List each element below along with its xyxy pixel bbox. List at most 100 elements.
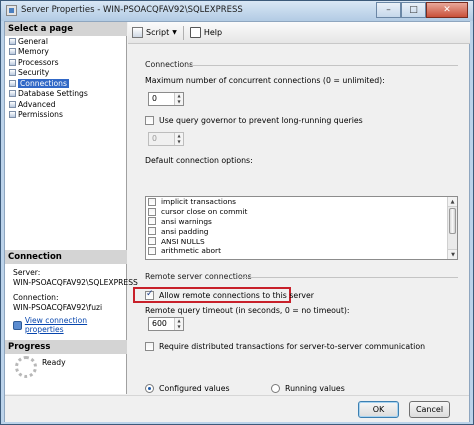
- option-label: ansi padding: [161, 226, 209, 236]
- connection-value: WIN-PSOACQFAV92\fuzi: [13, 303, 103, 312]
- page-item-advanced[interactable]: Advanced: [9, 99, 88, 110]
- running-values-option[interactable]: Running values: [271, 384, 345, 393]
- remote-timeout-stepper[interactable]: 600 ▲ ▼: [148, 317, 184, 331]
- option-checkbox[interactable]: [148, 217, 156, 226]
- option-checkbox[interactable]: [148, 237, 156, 246]
- page-item-security[interactable]: Security: [9, 68, 88, 79]
- page-item-permissions[interactable]: Permissions: [9, 110, 88, 121]
- remote-section-title: Remote server connections: [145, 272, 252, 281]
- query-governor-checkbox[interactable]: [145, 116, 154, 125]
- default-options-rows: implicit transactions cursor close on co…: [146, 197, 448, 256]
- page-item-database-settings[interactable]: Database Settings: [9, 89, 88, 100]
- title-bar[interactable]: Server Properties - WIN-PSOACQFAV92\SQLE…: [1, 1, 473, 21]
- select-page-header: Select a page: [5, 22, 127, 36]
- distributed-transactions-checkbox[interactable]: [145, 342, 154, 351]
- dialog-client-area: Select a page General Memory Processors …: [4, 21, 470, 422]
- progress-status: Ready: [42, 358, 66, 367]
- page-icon: [9, 100, 16, 108]
- dialog-footer: OK Cancel: [5, 395, 469, 422]
- script-button[interactable]: Script ▼: [132, 27, 177, 38]
- server-properties-window: Server Properties - WIN-PSOACQFAV92\SQLE…: [0, 0, 474, 425]
- connections-divider: [187, 65, 458, 66]
- query-governor-label: Use query governor to prevent long-runni…: [159, 116, 363, 125]
- distributed-transactions-row[interactable]: Require distributed transactions for ser…: [145, 342, 425, 351]
- window-title: Server Properties - WIN-PSOACQFAV92\SQLE…: [21, 5, 243, 15]
- max-connections-label: Maximum number of concurrent connections…: [145, 76, 385, 85]
- scroll-down-icon[interactable]: ▼: [448, 249, 457, 259]
- server-value: WIN-PSOACQFAV92\SQLEXPRESS: [13, 278, 138, 287]
- stepper-arrows: ▲ ▼: [174, 133, 183, 145]
- script-icon: [132, 27, 143, 38]
- remote-divider: [239, 277, 458, 278]
- progress-header: Progress: [5, 340, 127, 354]
- properties-icon: [13, 320, 22, 330]
- minimize-button[interactable]: –: [376, 2, 401, 18]
- page-item-general[interactable]: General: [9, 36, 88, 47]
- list-item[interactable]: ansi padding: [146, 226, 448, 236]
- view-connection-properties-link[interactable]: View connection properties: [25, 316, 126, 334]
- configured-values-option[interactable]: Configured values: [145, 384, 230, 393]
- option-label: implicit transactions: [161, 197, 237, 207]
- list-item[interactable]: cursor close on commit: [146, 207, 448, 217]
- allow-remote-row[interactable]: Allow remote connections to this server: [145, 289, 315, 300]
- page-item-connections[interactable]: Connections: [9, 78, 88, 89]
- listbox-scrollbar[interactable]: ▲ ▼: [447, 197, 457, 259]
- distributed-transactions-label: Require distributed transactions for ser…: [159, 342, 426, 351]
- query-governor-row[interactable]: Use query governor to prevent long-runni…: [145, 116, 363, 125]
- page-icon: [9, 111, 16, 119]
- connection-header: Connection: [5, 250, 127, 264]
- page-icon: [9, 48, 16, 56]
- configured-values-label: Configured values: [159, 384, 230, 393]
- option-checkbox[interactable]: [148, 207, 156, 216]
- maximize-button[interactable]: □: [401, 2, 426, 18]
- allow-remote-label: Allow remote connections to this server: [159, 291, 315, 300]
- list-item[interactable]: ANSI NULLS: [146, 236, 448, 246]
- progress-spinner-icon: [15, 356, 37, 378]
- query-governor-value: 0: [152, 134, 157, 143]
- ok-button[interactable]: OK: [358, 401, 399, 418]
- configured-values-radio[interactable]: [145, 384, 154, 393]
- close-button[interactable]: ✕: [426, 2, 468, 18]
- option-label: ansi warnings: [161, 216, 212, 226]
- connection-label: Connection:: [13, 293, 59, 302]
- stepper-arrows[interactable]: ▲ ▼: [174, 93, 183, 105]
- chevron-down-icon[interactable]: ▼: [172, 29, 177, 36]
- running-values-radio[interactable]: [271, 384, 280, 393]
- list-item[interactable]: arithmetic abort: [146, 246, 448, 256]
- toolbar-separator: [182, 25, 184, 40]
- list-item[interactable]: ansi warnings: [146, 217, 448, 227]
- option-label: ANSI NULLS: [161, 236, 205, 246]
- remote-timeout-value: 600: [152, 319, 167, 328]
- option-checkbox[interactable]: [148, 227, 156, 236]
- left-pane: Select a page General Memory Processors …: [5, 22, 138, 394]
- max-connections-stepper[interactable]: 0 ▲ ▼: [148, 92, 184, 106]
- scroll-thumb[interactable]: [449, 208, 456, 234]
- allow-remote-checkbox[interactable]: [145, 289, 154, 300]
- help-label: Help: [203, 28, 223, 37]
- cancel-button[interactable]: Cancel: [409, 401, 450, 418]
- page-item-memory[interactable]: Memory: [9, 47, 88, 58]
- page-item-processors[interactable]: Processors: [9, 57, 88, 68]
- toolbar: Script ▼ Help: [128, 22, 470, 44]
- option-label: cursor close on commit: [161, 207, 248, 217]
- help-icon: [189, 27, 201, 38]
- default-options-label: Default connection options:: [145, 156, 253, 165]
- scroll-up-icon[interactable]: ▲: [448, 197, 457, 207]
- view-connection-properties-row: View connection properties: [13, 316, 126, 334]
- option-checkbox[interactable]: [148, 246, 156, 255]
- connections-section-title: Connections: [145, 60, 194, 69]
- page-icon: [9, 79, 16, 87]
- remote-timeout-label: Remote query timeout (in seconds, 0 = no…: [145, 306, 350, 315]
- running-values-label: Running values: [285, 384, 345, 393]
- page-icon: [9, 90, 16, 98]
- option-checkbox[interactable]: [148, 197, 156, 206]
- list-item[interactable]: implicit transactions: [146, 197, 448, 207]
- stepper-arrows[interactable]: ▲ ▼: [174, 318, 183, 330]
- page-icon: [9, 37, 16, 45]
- default-options-listbox[interactable]: implicit transactions cursor close on co…: [145, 196, 458, 260]
- max-connections-value: 0: [152, 94, 157, 103]
- help-button[interactable]: Help: [189, 27, 223, 38]
- script-label: Script: [146, 28, 170, 37]
- app-icon: [6, 5, 17, 16]
- page-icon: [9, 69, 16, 77]
